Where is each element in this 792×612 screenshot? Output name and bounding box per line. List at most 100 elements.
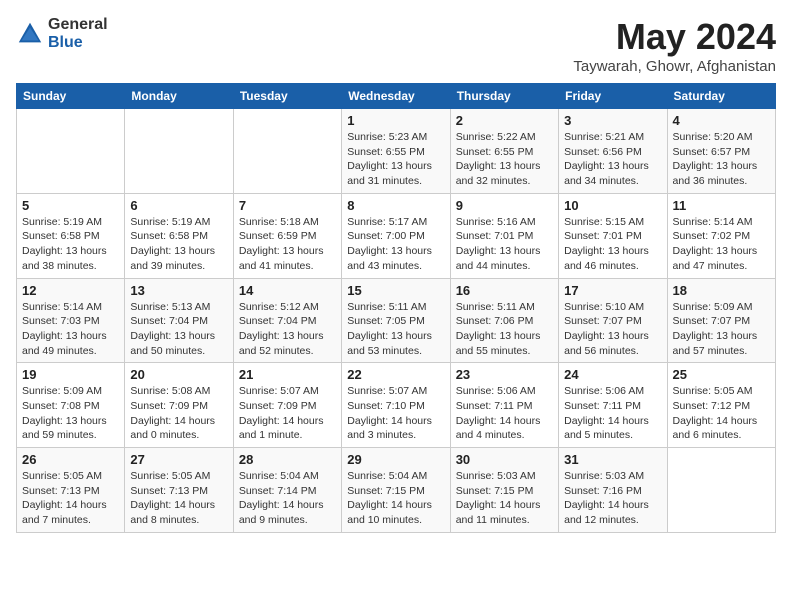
- day-number: 1: [347, 113, 444, 128]
- day-number: 17: [564, 283, 661, 298]
- day-number: 28: [239, 452, 336, 467]
- day-number: 19: [22, 367, 119, 382]
- day-number: 29: [347, 452, 444, 467]
- calendar-cell: [233, 109, 341, 194]
- day-info: Sunrise: 5:20 AM Sunset: 6:57 PM Dayligh…: [673, 130, 770, 189]
- calendar-week-2: 5Sunrise: 5:19 AM Sunset: 6:58 PM Daylig…: [17, 193, 776, 278]
- calendar-cell: 13Sunrise: 5:13 AM Sunset: 7:04 PM Dayli…: [125, 278, 233, 363]
- day-info: Sunrise: 5:06 AM Sunset: 7:11 PM Dayligh…: [564, 384, 661, 443]
- day-number: 23: [456, 367, 553, 382]
- day-info: Sunrise: 5:11 AM Sunset: 7:06 PM Dayligh…: [456, 300, 553, 359]
- day-number: 21: [239, 367, 336, 382]
- day-number: 24: [564, 367, 661, 382]
- calendar-cell: 11 Sunrise: 5:14 AM Sunset: 7:02 PM Dayli…: [667, 193, 775, 278]
- day-number: 15: [347, 283, 444, 298]
- calendar-cell: [125, 109, 233, 194]
- day-info: Sunrise: 5:17 AM Sunset: 7:00 PM Dayligh…: [347, 215, 444, 274]
- day-info: Sunrise: 5:04 AM Sunset: 7:15 PM Dayligh…: [347, 469, 444, 528]
- day-info: Sunrise: 5:11 AM Sunset: 7:05 PM Dayligh…: [347, 300, 444, 359]
- day-info: Sunrise: 5:06 AM Sunset: 7:11 PM Dayligh…: [456, 384, 553, 443]
- calendar-table: SundayMondayTuesdayWednesdayThursdayFrid…: [16, 83, 776, 533]
- day-number: 8: [347, 198, 444, 213]
- calendar-cell: 21Sunrise: 5:07 AM Sunset: 7:09 PM Dayli…: [233, 363, 341, 448]
- day-info: Sunrise: 5:03 AM Sunset: 7:15 PM Dayligh…: [456, 469, 553, 528]
- calendar-cell: 24 Sunrise: 5:06 AM Sunset: 7:11 PM Dayli…: [559, 363, 667, 448]
- day-info: Sunrise: 5:09 AM Sunset: 7:08 PM Dayligh…: [22, 384, 119, 443]
- day-number: 25: [673, 367, 770, 382]
- calendar-cell: 16 Sunrise: 5:11 AM Sunset: 7:06 PM Dayli…: [450, 278, 558, 363]
- day-of-week-tuesday: Tuesday: [233, 84, 341, 109]
- day-number: 12: [22, 283, 119, 298]
- calendar-cell: 12 Sunrise: 5:14 AM Sunset: 7:03 PM Dayli…: [17, 278, 125, 363]
- day-number: 2: [456, 113, 553, 128]
- calendar-cell: 27Sunrise: 5:05 AM Sunset: 7:13 PM Dayli…: [125, 448, 233, 533]
- days-of-week-row: SundayMondayTuesdayWednesdayThursdayFrid…: [17, 84, 776, 109]
- day-info: Sunrise: 5:05 AM Sunset: 7:13 PM Dayligh…: [22, 469, 119, 528]
- calendar-week-4: 19 Sunrise: 5:09 AM Sunset: 7:08 PM Dayli…: [17, 363, 776, 448]
- calendar-cell: 9 Sunrise: 5:16 AM Sunset: 7:01 PM Daylig…: [450, 193, 558, 278]
- day-number: 3: [564, 113, 661, 128]
- day-number: 9: [456, 198, 553, 213]
- day-info: Sunrise: 5:07 AM Sunset: 7:10 PM Dayligh…: [347, 384, 444, 443]
- calendar-cell: 20 Sunrise: 5:08 AM Sunset: 7:09 PM Dayli…: [125, 363, 233, 448]
- day-number: 6: [130, 198, 227, 213]
- day-number: 14: [239, 283, 336, 298]
- calendar-cell: 31Sunrise: 5:03 AM Sunset: 7:16 PM Dayli…: [559, 448, 667, 533]
- day-number: 7: [239, 198, 336, 213]
- logo-icon: [16, 20, 44, 48]
- day-info: Sunrise: 5:21 AM Sunset: 6:56 PM Dayligh…: [564, 130, 661, 189]
- day-info: Sunrise: 5:08 AM Sunset: 7:09 PM Dayligh…: [130, 384, 227, 443]
- calendar-cell: 6Sunrise: 5:19 AM Sunset: 6:58 PM Daylig…: [125, 193, 233, 278]
- day-number: 11: [673, 198, 770, 213]
- calendar-cell: 25Sunrise: 5:05 AM Sunset: 7:12 PM Dayli…: [667, 363, 775, 448]
- day-info: Sunrise: 5:16 AM Sunset: 7:01 PM Dayligh…: [456, 215, 553, 274]
- day-info: Sunrise: 5:14 AM Sunset: 7:03 PM Dayligh…: [22, 300, 119, 359]
- calendar-cell: 28 Sunrise: 5:04 AM Sunset: 7:14 PM Dayli…: [233, 448, 341, 533]
- day-number: 16: [456, 283, 553, 298]
- day-info: Sunrise: 5:10 AM Sunset: 7:07 PM Dayligh…: [564, 300, 661, 359]
- calendar-cell: 26Sunrise: 5:05 AM Sunset: 7:13 PM Dayli…: [17, 448, 125, 533]
- day-info: Sunrise: 5:14 AM Sunset: 7:02 PM Dayligh…: [673, 215, 770, 274]
- calendar-cell: 17 Sunrise: 5:10 AM Sunset: 7:07 PM Dayli…: [559, 278, 667, 363]
- day-info: Sunrise: 5:23 AM Sunset: 6:55 PM Dayligh…: [347, 130, 444, 189]
- calendar-cell: 30Sunrise: 5:03 AM Sunset: 7:15 PM Dayli…: [450, 448, 558, 533]
- calendar-cell: 2 Sunrise: 5:22 AM Sunset: 6:55 PM Daylig…: [450, 109, 558, 194]
- calendar-cell: 18 Sunrise: 5:09 AM Sunset: 7:07 PM Dayli…: [667, 278, 775, 363]
- day-number: 22: [347, 367, 444, 382]
- calendar-cell: 15 Sunrise: 5:11 AM Sunset: 7:05 PM Dayli…: [342, 278, 450, 363]
- calendar-body: 1 Sunrise: 5:23 AM Sunset: 6:55 PM Daylig…: [17, 109, 776, 533]
- day-info: Sunrise: 5:15 AM Sunset: 7:01 PM Dayligh…: [564, 215, 661, 274]
- calendar-cell: 10 Sunrise: 5:15 AM Sunset: 7:01 PM Dayli…: [559, 193, 667, 278]
- calendar-week-5: 26Sunrise: 5:05 AM Sunset: 7:13 PM Dayli…: [17, 448, 776, 533]
- title-block: May 2024 Taywarah, Ghowr, Afghanistan: [573, 16, 776, 75]
- day-info: Sunrise: 5:09 AM Sunset: 7:07 PM Dayligh…: [673, 300, 770, 359]
- calendar-cell: 19 Sunrise: 5:09 AM Sunset: 7:08 PM Dayli…: [17, 363, 125, 448]
- day-info: Sunrise: 5:04 AM Sunset: 7:14 PM Dayligh…: [239, 469, 336, 528]
- location-subtitle: Taywarah, Ghowr, Afghanistan: [573, 58, 776, 75]
- calendar-week-3: 12 Sunrise: 5:14 AM Sunset: 7:03 PM Dayli…: [17, 278, 776, 363]
- day-info: Sunrise: 5:18 AM Sunset: 6:59 PM Dayligh…: [239, 215, 336, 274]
- logo-general-text: General: [48, 16, 108, 34]
- day-of-week-saturday: Saturday: [667, 84, 775, 109]
- day-number: 18: [673, 283, 770, 298]
- calendar-cell: 4Sunrise: 5:20 AM Sunset: 6:57 PM Daylig…: [667, 109, 775, 194]
- month-year-title: May 2024: [573, 16, 776, 58]
- day-of-week-monday: Monday: [125, 84, 233, 109]
- day-info: Sunrise: 5:22 AM Sunset: 6:55 PM Dayligh…: [456, 130, 553, 189]
- day-info: Sunrise: 5:05 AM Sunset: 7:13 PM Dayligh…: [130, 469, 227, 528]
- calendar-week-1: 1 Sunrise: 5:23 AM Sunset: 6:55 PM Daylig…: [17, 109, 776, 194]
- day-of-week-sunday: Sunday: [17, 84, 125, 109]
- calendar-cell: [667, 448, 775, 533]
- day-of-week-wednesday: Wednesday: [342, 84, 450, 109]
- day-number: 10: [564, 198, 661, 213]
- logo-text: General Blue: [48, 16, 108, 51]
- day-info: Sunrise: 5:03 AM Sunset: 7:16 PM Dayligh…: [564, 469, 661, 528]
- day-number: 5: [22, 198, 119, 213]
- calendar-cell: 23 Sunrise: 5:06 AM Sunset: 7:11 PM Dayli…: [450, 363, 558, 448]
- day-number: 20: [130, 367, 227, 382]
- day-of-week-thursday: Thursday: [450, 84, 558, 109]
- calendar-cell: 1 Sunrise: 5:23 AM Sunset: 6:55 PM Daylig…: [342, 109, 450, 194]
- day-info: Sunrise: 5:13 AM Sunset: 7:04 PM Dayligh…: [130, 300, 227, 359]
- calendar-header: SundayMondayTuesdayWednesdayThursdayFrid…: [17, 84, 776, 109]
- calendar-cell: 22 Sunrise: 5:07 AM Sunset: 7:10 PM Dayli…: [342, 363, 450, 448]
